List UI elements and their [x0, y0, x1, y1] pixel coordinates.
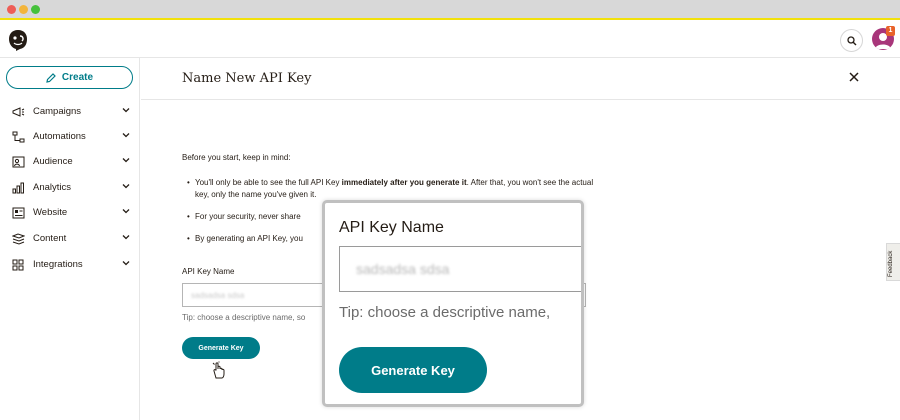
browser-chrome: [0, 0, 900, 20]
automations-icon: [12, 131, 25, 143]
bullet-item: You'll only be able to see the full API …: [187, 177, 595, 201]
bullet-text: You'll only be able to see the full API …: [195, 178, 342, 187]
zoom-input-value: sadsadsa sdsa: [356, 261, 450, 277]
chevron-down-icon: [122, 261, 130, 266]
api-key-name-label: API Key Name: [182, 267, 235, 276]
close-icon: [849, 72, 859, 82]
window-maximize-button[interactable]: [31, 5, 40, 14]
intro-text: Before you start, keep in mind:: [182, 153, 291, 162]
chevron-down-icon: [122, 108, 130, 113]
window-close-button[interactable]: [7, 5, 16, 14]
sidebar-item-label: Campaigns: [33, 106, 82, 117]
input-tip: Tip: choose a descriptive name, so: [182, 313, 306, 322]
sidebar-item-label: Website: [33, 207, 68, 218]
main-content: Name New API Key Before you start, keep …: [141, 58, 900, 420]
feedback-label: Feedback: [888, 250, 894, 277]
sidebar-item-automations[interactable]: Automations: [0, 126, 140, 148]
zoom-callout: API Key Name sadsadsa sdsa Tip: choose a…: [322, 200, 584, 407]
sidebar-item-analytics[interactable]: Analytics: [0, 177, 140, 199]
content-icon: [12, 233, 25, 245]
chevron-down-icon: [122, 133, 130, 138]
bar-chart-icon: [12, 182, 24, 194]
sidebar-item-integrations[interactable]: Integrations: [0, 254, 140, 276]
sidebar-item-label: Automations: [33, 131, 86, 142]
hand-cursor-icon: [212, 361, 225, 379]
sidebar-item-campaigns[interactable]: Campaigns: [0, 101, 140, 123]
pencil-icon: [46, 72, 56, 83]
zoom-field-label: API Key Name: [339, 219, 444, 236]
notification-badge: 1: [886, 26, 895, 36]
sidebar-item-audience[interactable]: Audience: [0, 151, 140, 173]
grid-icon: [12, 259, 24, 271]
sidebar-item-label: Content: [33, 233, 67, 244]
bullet-bold-text: immediately after you generate it: [341, 178, 467, 187]
mailchimp-logo-icon[interactable]: [7, 28, 29, 52]
generate-key-button[interactable]: Generate Key: [182, 337, 260, 359]
sidebar-item-label: Audience: [33, 156, 73, 167]
page-title: Name New API Key: [182, 71, 312, 86]
zoom-generate-key-button[interactable]: Generate Key: [339, 347, 487, 393]
input-value: sadsadsa sdsa: [191, 291, 245, 300]
sidebar-item-content[interactable]: Content: [0, 228, 140, 250]
audience-icon: [12, 156, 25, 168]
window-minimize-button[interactable]: [19, 5, 28, 14]
search-button[interactable]: [840, 29, 863, 52]
chevron-down-icon: [122, 235, 130, 240]
website-icon: [12, 207, 25, 219]
sidebar: Create Campaigns Automations Audience An…: [0, 58, 140, 420]
create-button[interactable]: Create: [6, 66, 133, 89]
close-button[interactable]: [847, 70, 861, 84]
megaphone-icon: [12, 107, 25, 117]
search-icon: [846, 35, 856, 45]
chevron-down-icon: [122, 209, 130, 214]
create-button-label: Create: [61, 72, 94, 83]
sidebar-item-website[interactable]: Website: [0, 202, 140, 224]
top-bar: 1: [0, 22, 900, 58]
chevron-down-icon: [122, 184, 130, 189]
zoom-api-key-name-input[interactable]: sadsadsa sdsa: [339, 246, 581, 292]
zoom-input-tip: Tip: choose a descriptive name,: [339, 304, 551, 321]
divider: [141, 99, 900, 100]
feedback-tab[interactable]: Feedback: [886, 243, 900, 281]
sidebar-item-label: Analytics: [33, 182, 72, 193]
sidebar-item-label: Integrations: [33, 259, 83, 270]
chevron-down-icon: [122, 158, 130, 163]
